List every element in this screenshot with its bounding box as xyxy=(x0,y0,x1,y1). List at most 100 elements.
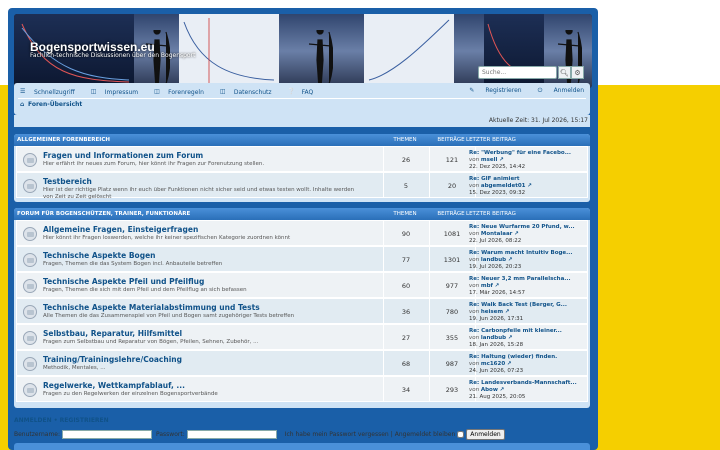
view-latest-icon[interactable]: ↗ xyxy=(507,361,512,367)
last-post-title[interactable]: Re: Landesverbands-Mannschaft... xyxy=(469,380,577,386)
forum-title[interactable]: Allgemeine Fragen, Einsteigerfragen xyxy=(43,225,198,234)
nav-impressum[interactable]: ◫ Impressum xyxy=(91,89,146,96)
last-post-time: 17. Mär 2026, 14:57 xyxy=(469,289,525,296)
help-icon: ❔ xyxy=(287,88,296,95)
view-latest-icon[interactable]: ↗ xyxy=(508,335,513,341)
current-time-bar: Aktuelle Zeit: 31. Jul 2026, 15:17 xyxy=(14,115,590,127)
view-latest-icon[interactable]: ↗ xyxy=(499,157,504,163)
by-label: von xyxy=(469,308,480,315)
nav-divider xyxy=(18,98,586,99)
author-link[interactable]: abgemeldet01 xyxy=(481,183,526,189)
forum-description: Alle Themen die das Zusammenspiel von Pf… xyxy=(43,313,295,319)
view-latest-icon[interactable]: ↗ xyxy=(500,387,505,393)
last-post-title[interactable]: Re: Haltung (wieder) finden. xyxy=(469,354,557,360)
last-post-author: von landbub ↗ xyxy=(469,335,512,341)
author-link[interactable]: Montalaar xyxy=(481,231,513,237)
last-post-author: von landbub ↗ xyxy=(469,257,512,263)
password-field[interactable] xyxy=(186,430,277,439)
breadcrumb[interactable]: ⌂ Foren-Übersicht xyxy=(20,101,82,108)
forum-description: Hier ist der richtige Platz wenn ihr euc… xyxy=(43,187,355,200)
forum-row: Technische Aspekte Pfeil und Pfeilflug F… xyxy=(16,272,588,298)
last-post-title[interactable]: Re: Warum macht Intuitiv Boge... xyxy=(469,250,572,256)
header-panel xyxy=(279,14,364,88)
archer-silhouette xyxy=(145,30,170,88)
forum-row: Selbstbau, Reparatur, Hilfsmittel Fragen… xyxy=(16,324,588,350)
forum-row: Technische Aspekte Bogen Fragen, Themen … xyxy=(16,246,588,272)
forum-read-icon xyxy=(23,357,37,371)
password-label: Passwort: xyxy=(156,431,185,438)
advanced-search-button[interactable]: ⚙ xyxy=(571,66,584,79)
category-title[interactable]: ALLGEMEINER FORENBEREICH xyxy=(17,137,110,143)
last-post-author: von msell ↗ xyxy=(469,157,504,163)
last-post-time: 21. Aug 2025, 20:05 xyxy=(469,393,526,400)
column-topics: THEMEN xyxy=(393,211,417,217)
forum-last-post: Re: Neue Wurfarme 20 Pfund, w... von Mon… xyxy=(469,224,587,244)
last-post-title[interactable]: Re: Carbonpfeile mit kleiner... xyxy=(469,328,562,334)
view-latest-icon[interactable]: ↗ xyxy=(495,283,500,289)
search-button[interactable]: 🔍︎ xyxy=(558,66,571,79)
forum-title[interactable]: Fragen und Informationen zum Forum xyxy=(43,151,203,160)
forgot-password-link[interactable]: Ich habe mein Passwort vergessen xyxy=(285,431,389,438)
username-field[interactable] xyxy=(62,430,153,439)
forum-last-post: Re: Landesverbands-Mannschaft... von Abo… xyxy=(469,380,587,400)
forum-title[interactable]: Testbereich xyxy=(43,177,92,186)
author-link[interactable]: landbub xyxy=(481,257,506,263)
nav-forenregeln[interactable]: ◫ Forenregeln xyxy=(154,89,212,96)
forum-read-icon xyxy=(23,279,37,293)
header-panel xyxy=(179,14,279,88)
last-post-title[interactable]: Re: GIF animiert xyxy=(469,176,520,182)
power-icon: ⏻ xyxy=(537,87,543,94)
author-link[interactable]: Abow xyxy=(481,387,498,393)
forum-category: ALLGEMEINER FORENBEREICH THEMEN BEITRÄGE… xyxy=(14,134,590,202)
login-heading[interactable]: ANMELDEN • REGISTRIEREN xyxy=(14,417,590,424)
forum-description: Methodik, Mentales, ... xyxy=(43,365,106,371)
forum-title[interactable]: Regelwerke, Wettkampfablauf, ... xyxy=(43,381,185,390)
forum-title[interactable]: Technische Aspekte Pfeil und Pfeilflug xyxy=(43,277,204,286)
page-icon: ◫ xyxy=(154,88,160,95)
page-icon: ◫ xyxy=(219,88,226,95)
view-latest-icon[interactable]: ↗ xyxy=(505,309,510,315)
forum-description: Fragen, Themen die das System Bogen incl… xyxy=(43,261,223,267)
login-button[interactable]: Anmelden xyxy=(466,429,505,440)
view-latest-icon[interactable]: ↗ xyxy=(508,257,513,263)
author-link[interactable]: landbub xyxy=(481,335,506,341)
home-icon: ⌂ xyxy=(20,101,25,108)
forum-title[interactable]: Selbstbau, Reparatur, Hilfsmittel xyxy=(43,329,182,338)
search-input[interactable] xyxy=(478,66,557,79)
login-box: ANMELDEN • REGISTRIEREN Benutzername: Pa… xyxy=(14,417,590,440)
forum-read-icon xyxy=(23,305,37,319)
view-latest-icon[interactable]: ↗ xyxy=(514,231,519,237)
site-description: Fachlich-technische Diskussionen über de… xyxy=(30,52,196,59)
last-post-title[interactable]: Re: "Werbung" für eine Facebo... xyxy=(469,150,571,156)
register-link[interactable]: ✎ Registrieren xyxy=(461,87,521,94)
login-link[interactable]: ⏻ Anmelden xyxy=(530,87,584,94)
separator: | xyxy=(390,431,393,438)
forum-title[interactable]: Technische Aspekte Materialabstimmung un… xyxy=(43,303,260,312)
forum-row: Regelwerke, Wettkampfablauf, ... Fragen … xyxy=(16,376,588,402)
remember-me-checkbox[interactable] xyxy=(457,431,465,438)
author-link[interactable]: heisem xyxy=(481,309,503,315)
author-link[interactable]: mbf xyxy=(481,283,493,289)
nav-quicklinks[interactable]: ☰ Schnellzugriff xyxy=(20,89,83,96)
author-link[interactable]: mc1620 xyxy=(481,361,505,367)
last-post-title[interactable]: Re: Neue Wurfarme 20 Pfund, w... xyxy=(469,224,575,230)
author-link[interactable]: msell xyxy=(481,157,498,163)
forum-read-icon xyxy=(23,227,37,241)
navbar: ☰ Schnellzugriff ◫ Impressum ◫ Forenregeln … xyxy=(14,83,590,115)
forum-description: Fragen, Themen die sich mit dem Pfeil un… xyxy=(43,287,247,293)
last-post-title[interactable]: Re: Neuer 3,2 mm Parallelscha... xyxy=(469,276,571,282)
forum-row: Training/Trainingslehre/Coaching Methodi… xyxy=(16,350,588,376)
last-post-title[interactable]: Re: Walk Back Test (Berger, G... xyxy=(469,302,567,308)
search-icon: 🔍︎ xyxy=(560,68,569,77)
search-box: 🔍︎ ⚙ xyxy=(478,66,584,79)
nav-faq[interactable]: ❔ FAQ xyxy=(288,89,322,96)
header-panel xyxy=(364,14,454,88)
forum-read-icon xyxy=(23,153,37,167)
forum-title[interactable]: Training/Trainingslehre/Coaching xyxy=(43,355,182,364)
category-title[interactable]: FORUM FÜR BOGENSCHÜTZEN, TRAINER, FUNKTI… xyxy=(17,211,190,217)
forum-title[interactable]: Technische Aspekte Bogen xyxy=(43,251,156,260)
forum-topics-count: 77 xyxy=(401,256,411,264)
nav-datenschutz[interactable]: ◫ Datenschutz xyxy=(220,89,280,96)
view-latest-icon[interactable]: ↗ xyxy=(527,183,532,189)
forum-read-icon xyxy=(23,253,37,267)
